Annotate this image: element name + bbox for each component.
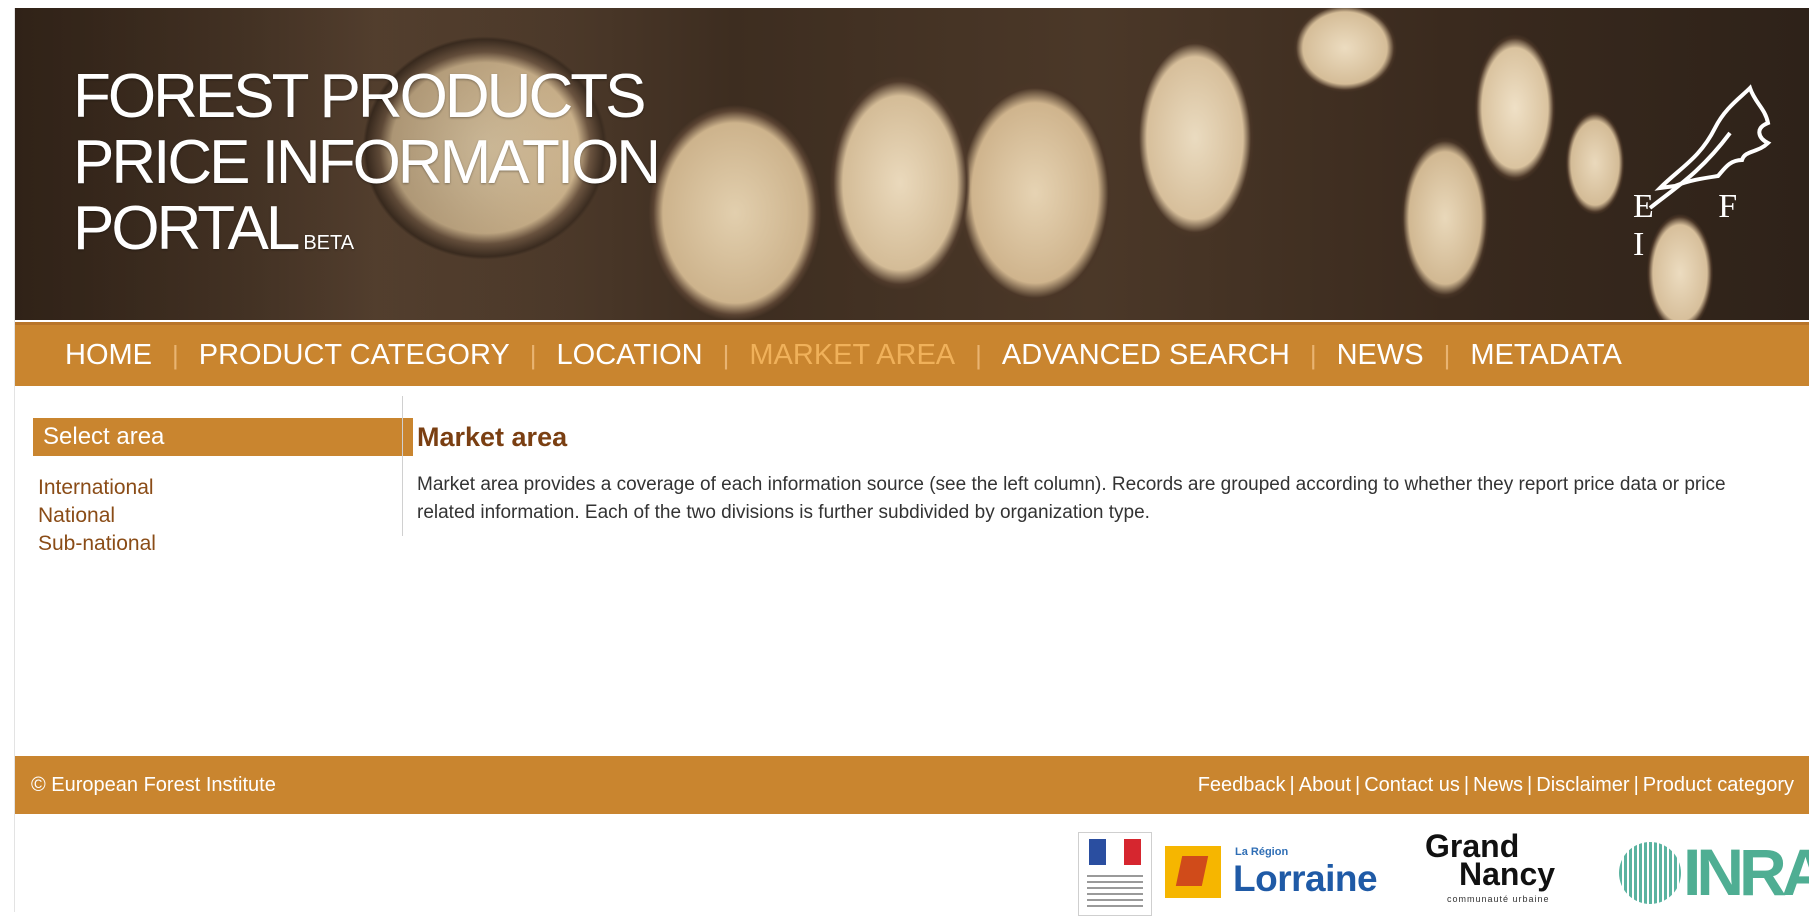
title-line-2: PRICE INFORMATION (73, 128, 661, 197)
nav-separator: | (722, 340, 730, 370)
sidebar-item-international[interactable]: International (38, 474, 413, 502)
title-line-3: PORTAL (73, 194, 300, 263)
footer-separator: | (1463, 773, 1470, 796)
sidebar-list: International National Sub-national (33, 474, 413, 558)
grand-nancy-logo[interactable]: Grand Nancy communauté urbaine (1423, 828, 1598, 912)
main-nav: HOME | PRODUCT CATEGORY | LOCATION | MAR… (15, 322, 1809, 386)
sidebar: Select area International National Sub-n… (33, 418, 413, 555)
sidebar-header: Select area (33, 418, 413, 456)
french-republic-logo[interactable] (1078, 832, 1152, 916)
nav-advanced-search[interactable]: ADVANCED SEARCH (1002, 339, 1290, 372)
nav-metadata[interactable]: METADATA (1470, 339, 1621, 372)
footer-link-news[interactable]: News (1473, 774, 1523, 796)
sidebar-item-sub-national[interactable]: Sub-national (38, 530, 413, 558)
page: FOREST PRODUCTS PRICE INFORMATION PORTAL… (14, 8, 1809, 916)
efi-logo-text: E F I (1633, 188, 1766, 263)
nav-product-category[interactable]: PRODUCT CATEGORY (199, 339, 510, 372)
footer: © European Forest Institute Feedback | Abo… (15, 756, 1809, 814)
footer-separator: | (1633, 773, 1639, 796)
inra-globe-icon (1619, 842, 1681, 904)
main-content: Market area Market area provides a cover… (417, 422, 1797, 527)
nav-news[interactable]: NEWS (1337, 339, 1424, 372)
grand-nancy-tagline: communauté urbaine (1447, 894, 1550, 904)
copyright-text: © European Forest Institute (31, 773, 276, 796)
portal-title[interactable]: FOREST PRODUCTS PRICE INFORMATION PORTAL… (73, 62, 661, 276)
nav-separator: | (1309, 340, 1317, 370)
nav-separator: | (529, 340, 537, 370)
ministry-text-lines (1087, 875, 1143, 909)
footer-link-disclaimer[interactable]: Disclaimer (1536, 774, 1629, 796)
lorraine-logo[interactable]: La Région Lorraine (1165, 844, 1415, 904)
nav-location[interactable]: LOCATION (557, 339, 703, 372)
footer-separator: | (1355, 773, 1361, 796)
sidebar-item-national[interactable]: National (38, 502, 413, 530)
nav-separator: | (975, 340, 982, 370)
nav-market-area[interactable]: MARKET AREA (749, 339, 955, 372)
beta-label: BETA (303, 232, 355, 254)
nav-separator: | (172, 340, 179, 370)
grand-nancy-line2: Nancy (1459, 856, 1556, 892)
nav-separator: | (1443, 340, 1451, 370)
footer-link-about[interactable]: About (1299, 774, 1351, 796)
nav-home[interactable]: HOME (65, 339, 152, 372)
french-flag-icon (1089, 839, 1141, 865)
footer-link-contact[interactable]: Contact us (1364, 774, 1460, 796)
header-banner: FOREST PRODUCTS PRICE INFORMATION PORTAL… (15, 8, 1809, 320)
lorraine-mark-icon (1165, 846, 1221, 898)
page-description: Market area provides a coverage of each … (417, 474, 1726, 523)
footer-link-feedback[interactable]: Feedback (1198, 774, 1286, 796)
page-title: Market area (417, 422, 568, 452)
inra-logo[interactable]: INRA (1615, 835, 1809, 909)
footer-separator: | (1527, 773, 1533, 796)
sponsor-logos: La Région Lorraine Grand Nancy communaut… (15, 822, 1809, 916)
inra-text: INRA (1683, 835, 1809, 909)
footer-separator: | (1289, 773, 1295, 796)
footer-link-product-category[interactable]: Product category (1643, 774, 1794, 796)
lorraine-text: Lorraine (1233, 858, 1378, 899)
column-divider (402, 396, 403, 536)
lorraine-small-text: La Région (1235, 846, 1289, 858)
title-line-1: FOREST PRODUCTS (73, 62, 646, 131)
footer-links: Feedback | About | Contact us | News | Disclaime… (1198, 774, 1794, 797)
